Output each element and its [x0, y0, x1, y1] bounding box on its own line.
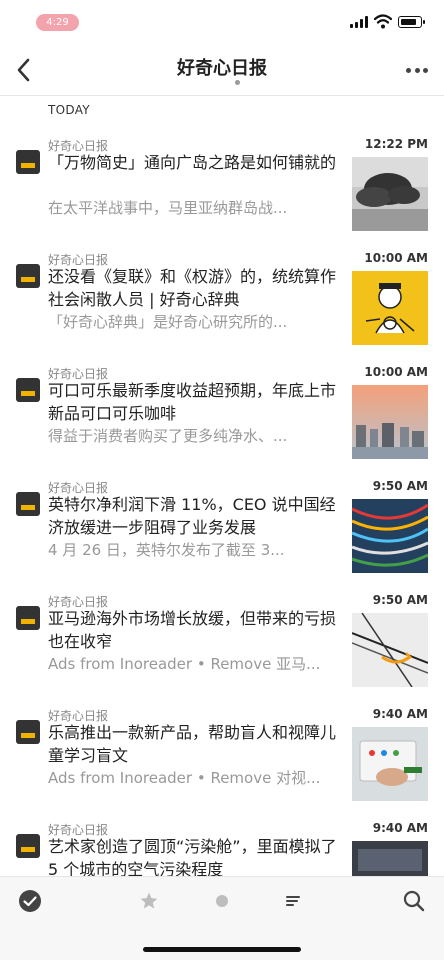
article-snippet: 「好奇心辞典」是好奇心研究所的...: [48, 313, 288, 331]
more-icon: [406, 67, 411, 73]
article-title: 亚马逊海外市场增长放缓，但带来的亏损也在收窄: [48, 609, 337, 651]
page-indicator-dot: [235, 80, 240, 85]
article-time: 10:00 AM: [364, 251, 428, 265]
signal-icon: [350, 16, 368, 28]
article-title: 还没看《复联》和《权游》的，统统算作社会闲散人员 | 好奇心辞典: [48, 267, 337, 309]
nav-bar: 好奇心日报: [0, 44, 444, 96]
article-snippet: Ads from Inoreader • Remove 亚马...: [48, 655, 321, 673]
battery-icon: [398, 16, 425, 28]
article-time: 12:22 PM: [364, 137, 428, 151]
tab-all[interactable]: [282, 889, 306, 913]
check-circle-icon: [19, 890, 41, 912]
article-item[interactable]: 好奇心日报 10:00 AM 还没看《复联》和《权游》的，统统算作社会闲散人员 …: [0, 238, 444, 352]
article-title: 英特尔净利润下滑 11%，CEO 说中国经济放缓进一步阻碍了业务发展: [48, 495, 336, 537]
more-button[interactable]: [406, 60, 428, 80]
tab-search[interactable]: [402, 889, 426, 913]
feed-icon: [16, 720, 40, 744]
status-time: 4:29: [36, 14, 79, 31]
feed-icon: [16, 606, 40, 630]
article-title: 乐高推出一款新产品，帮助盲人和视障儿童学习盲文: [48, 723, 337, 765]
tab-starred[interactable]: [137, 889, 161, 913]
article-thumbnail: [352, 841, 428, 876]
article-time: 9:50 AM: [372, 479, 428, 493]
feed-icon: [16, 378, 40, 402]
article-time: 9:40 AM: [372, 821, 428, 835]
article-list: 好奇心日报 12:22 PM 「万物简史」通向广岛之路是如何铺就的 在太平洋战事…: [0, 124, 444, 876]
dot-icon: [216, 895, 228, 907]
article-title: 「万物简史」通向广岛之路是如何铺就的: [48, 153, 337, 172]
tab-bar: [0, 876, 444, 960]
article-time: 10:00 AM: [364, 365, 428, 379]
home-indicator: [143, 947, 301, 952]
search-icon: [403, 890, 425, 912]
article-item[interactable]: 好奇心日报 12:22 PM 「万物简史」通向广岛之路是如何铺就的 在太平洋战事…: [0, 124, 444, 238]
article-item[interactable]: 好奇心日报 9:40 AM 艺术家创造了圆顶“污染舱”，里面模拟了 5 个城市的…: [0, 808, 444, 876]
feed-icon: [16, 492, 40, 516]
article-thumbnail: [352, 613, 428, 687]
status-bar: 4:29: [0, 0, 444, 44]
feed-icon: [16, 264, 40, 288]
wifi-icon: [374, 14, 392, 29]
article-title: 可口可乐最新季度收益超预期，年底上市新品可口可乐咖啡: [48, 381, 337, 423]
article-item[interactable]: 好奇心日报 9:50 AM 亚马逊海外市场增长放缓，但带来的亏损也在收窄 Ads…: [0, 580, 444, 694]
section-header: TODAY: [48, 103, 90, 117]
article-time: 9:50 AM: [372, 593, 428, 607]
article-thumbnail: [352, 499, 428, 573]
tab-unread[interactable]: [210, 889, 234, 913]
article-item[interactable]: 好奇心日报 9:40 AM 乐高推出一款新产品，帮助盲人和视障儿童学习盲文 Ad…: [0, 694, 444, 808]
tab-mark-read[interactable]: [18, 889, 42, 913]
star-icon: [140, 892, 158, 909]
article-thumbnail: [352, 271, 428, 345]
article-snippet: Ads from Inoreader • Remove 对视...: [48, 769, 321, 787]
article-snippet: 在太平洋战事中，马里亚纳群岛战...: [48, 199, 288, 217]
article-snippet: 得益于消费者购买了更多纯净水、...: [48, 427, 288, 445]
feed-icon: [16, 150, 40, 174]
article-snippet: 4 月 26 日，英特尔发布了截至 3...: [48, 541, 285, 559]
article-thumbnail: [352, 385, 428, 459]
page-title: 好奇心日报: [177, 58, 267, 79]
article-item[interactable]: 好奇心日报 10:00 AM 可口可乐最新季度收益超预期，年底上市新品可口可乐咖…: [0, 352, 444, 466]
feed-icon: [16, 834, 40, 858]
article-title: 艺术家创造了圆顶“污染舱”，里面模拟了 5 个城市的空气污染程度: [48, 837, 337, 876]
article-time: 9:40 AM: [372, 707, 428, 721]
list-icon: [286, 896, 300, 906]
article-thumbnail: [352, 727, 428, 801]
article-thumbnail: [352, 157, 428, 231]
article-item[interactable]: 好奇心日报 9:50 AM 英特尔净利润下滑 11%，CEO 说中国经济放缓进一…: [0, 466, 444, 580]
